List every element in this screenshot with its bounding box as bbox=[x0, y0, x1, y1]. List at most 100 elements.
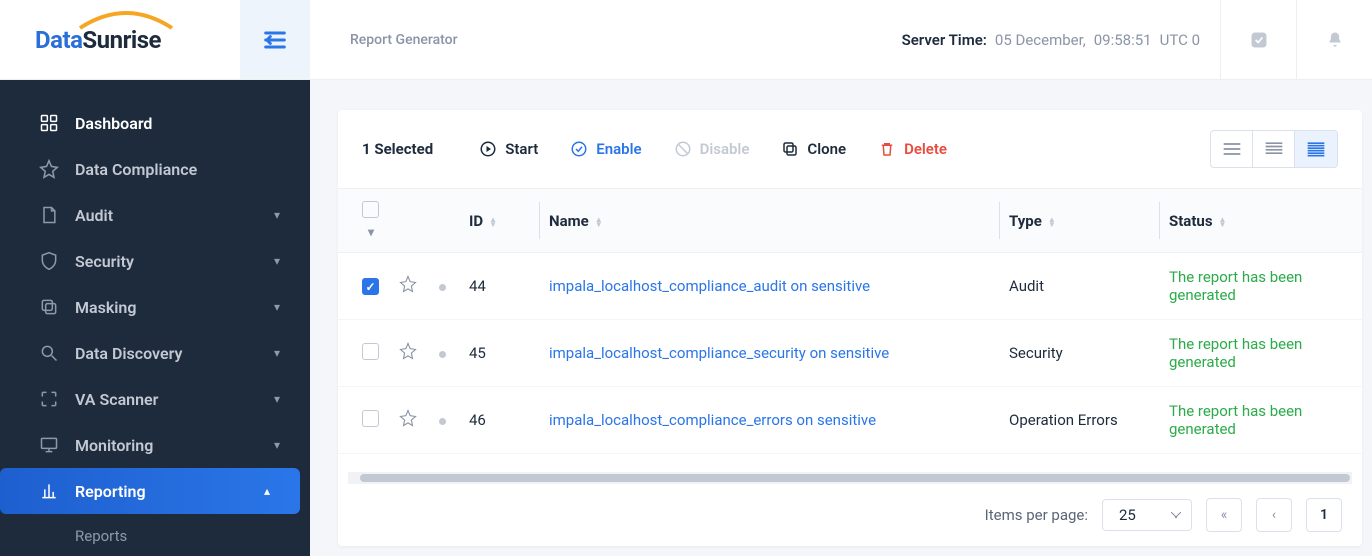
pager: Items per page: 25 « ‹ 1 bbox=[338, 484, 1362, 546]
items-per-page-label: Items per page: bbox=[985, 506, 1088, 524]
sort-icon: ▲▼ bbox=[1219, 217, 1227, 227]
topbar-actions bbox=[1220, 0, 1372, 79]
server-time-tz: UTC 0 bbox=[1160, 31, 1200, 49]
prev-page-button[interactable]: ‹ bbox=[1256, 498, 1292, 532]
sidebar-item-label: Monitoring bbox=[75, 436, 274, 455]
status-check-button[interactable] bbox=[1220, 0, 1296, 80]
check-badge-icon bbox=[1249, 30, 1269, 50]
start-button[interactable]: Start bbox=[463, 134, 554, 164]
sidebar-subitem-reports[interactable]: Reports bbox=[0, 514, 310, 556]
table-icon bbox=[1264, 140, 1284, 158]
clone-label: Clone bbox=[807, 140, 846, 158]
cell-type: Security bbox=[999, 320, 1159, 387]
topbar: DataSunrise Report Generator Server Time… bbox=[0, 0, 1372, 80]
menu-collapse-icon bbox=[261, 26, 289, 54]
sidebar-item-label: Dashboard bbox=[75, 114, 280, 133]
enable-button[interactable]: Enable bbox=[554, 134, 657, 164]
view-dense-button[interactable] bbox=[1295, 131, 1337, 167]
view-list-button[interactable] bbox=[1211, 131, 1253, 167]
cell-status: The report has been generated bbox=[1169, 402, 1302, 438]
server-time-time: 09:58:51 bbox=[1094, 31, 1152, 49]
sidebar-item-label: Masking bbox=[75, 298, 274, 317]
chevron-down-icon: ▾ bbox=[274, 346, 280, 360]
cell-type: System Events bbox=[999, 454, 1159, 473]
chevron-down-icon: ▾ bbox=[274, 392, 280, 406]
status-dot-icon bbox=[439, 284, 446, 291]
logo-part1: Data bbox=[35, 26, 82, 54]
sidebar-item-compliance[interactable]: Data Compliance bbox=[0, 146, 310, 192]
table-header-row: ▾ ID▲▼ Name▲▼ Type▲▼ Status▲▼ bbox=[338, 189, 1362, 253]
sidebar-item-reporting[interactable]: Reporting ▴ bbox=[0, 468, 300, 514]
page-number-button[interactable]: 1 bbox=[1306, 498, 1342, 532]
first-page-button[interactable]: « bbox=[1206, 498, 1242, 532]
sidebar-toggle-button[interactable] bbox=[240, 0, 310, 79]
select-all-checkbox[interactable] bbox=[362, 201, 379, 218]
row-checkbox[interactable] bbox=[362, 343, 379, 360]
status-dot-icon bbox=[439, 351, 446, 358]
monitor-icon bbox=[35, 435, 63, 455]
cell-id: 47 bbox=[459, 454, 539, 473]
star-icon bbox=[35, 159, 63, 179]
cell-id: 44 bbox=[459, 253, 539, 320]
cell-id: 45 bbox=[459, 320, 539, 387]
toolbar: 1 Selected Start Enable Disable Clone bbox=[338, 110, 1362, 189]
chevron-up-icon: ▴ bbox=[264, 484, 270, 498]
start-label: Start bbox=[505, 140, 538, 158]
check-circle-icon bbox=[570, 140, 588, 158]
column-status[interactable]: Status▲▼ bbox=[1159, 189, 1362, 253]
row-checkbox[interactable] bbox=[362, 278, 379, 295]
column-name[interactable]: Name▲▼ bbox=[539, 189, 999, 253]
main-content: 1 Selected Start Enable Disable Clone bbox=[310, 80, 1372, 556]
chevron-down-icon: ▾ bbox=[274, 254, 280, 268]
report-name-link[interactable]: impala_localhost_compliance_errors on se… bbox=[549, 411, 876, 429]
table-row[interactable]: 47 impala_localhost_compliance_sysevents… bbox=[338, 454, 1362, 473]
cell-status: The report has been generated bbox=[1169, 335, 1302, 371]
sort-icon: ▲▼ bbox=[595, 217, 603, 227]
column-type[interactable]: Type▲▼ bbox=[999, 189, 1159, 253]
dense-icon bbox=[1306, 140, 1326, 158]
sidebar: Dashboard Data Compliance Audit ▾ Securi… bbox=[0, 80, 310, 556]
page-size-select[interactable]: 25 bbox=[1102, 499, 1192, 531]
play-icon bbox=[479, 140, 497, 158]
sidebar-subitem-label: Reports bbox=[75, 527, 127, 545]
table-row[interactable]: 46 impala_localhost_compliance_errors on… bbox=[338, 387, 1362, 454]
sidebar-item-audit[interactable]: Audit ▾ bbox=[0, 192, 310, 238]
report-name-link[interactable]: impala_localhost_compliance_audit on sen… bbox=[549, 277, 870, 295]
horizontal-scrollbar[interactable] bbox=[348, 472, 1352, 484]
status-dot-icon bbox=[439, 418, 446, 425]
cell-type: Audit bbox=[999, 253, 1159, 320]
block-icon bbox=[674, 140, 692, 158]
favorite-star-icon[interactable] bbox=[399, 413, 417, 431]
delete-button[interactable]: Delete bbox=[862, 134, 963, 164]
clone-button[interactable]: Clone bbox=[765, 134, 862, 164]
table-row[interactable]: 45 impala_localhost_compliance_security … bbox=[338, 320, 1362, 387]
sidebar-item-discovery[interactable]: Data Discovery ▾ bbox=[0, 330, 310, 376]
expand-header-icon[interactable]: ▾ bbox=[368, 225, 374, 239]
table-row[interactable]: 44 impala_localhost_compliance_audit on … bbox=[338, 253, 1362, 320]
row-checkbox[interactable] bbox=[362, 410, 379, 427]
cell-status: The report has been generated bbox=[1169, 268, 1302, 304]
sidebar-item-security[interactable]: Security ▾ bbox=[0, 238, 310, 284]
cell-type: Operation Errors bbox=[999, 387, 1159, 454]
chevron-down-icon: ▾ bbox=[274, 208, 280, 222]
column-id[interactable]: ID▲▼ bbox=[459, 189, 539, 253]
chevron-down-icon: ▾ bbox=[274, 300, 280, 314]
sort-icon: ▲▼ bbox=[489, 217, 497, 227]
sidebar-item-dashboard[interactable]: Dashboard bbox=[0, 100, 310, 146]
view-switcher bbox=[1210, 130, 1338, 168]
server-time-date: 05 December, bbox=[995, 31, 1086, 49]
favorite-star-icon[interactable] bbox=[399, 346, 417, 364]
report-name-link[interactable]: impala_localhost_compliance_security on … bbox=[549, 344, 889, 362]
search-icon bbox=[35, 343, 63, 363]
logo[interactable]: DataSunrise bbox=[0, 0, 240, 79]
sidebar-item-label: Data Discovery bbox=[75, 344, 274, 363]
trash-icon bbox=[878, 140, 896, 158]
sidebar-item-va-scanner[interactable]: VA Scanner ▾ bbox=[0, 376, 310, 422]
view-table-button[interactable] bbox=[1253, 131, 1295, 167]
notifications-button[interactable] bbox=[1296, 0, 1372, 80]
sidebar-item-masking[interactable]: Masking ▾ bbox=[0, 284, 310, 330]
server-time-label: Server Time: bbox=[902, 31, 987, 49]
sidebar-item-monitoring[interactable]: Monitoring ▾ bbox=[0, 422, 310, 468]
chevron-down-icon: ▾ bbox=[274, 438, 280, 452]
favorite-star-icon[interactable] bbox=[399, 279, 417, 297]
